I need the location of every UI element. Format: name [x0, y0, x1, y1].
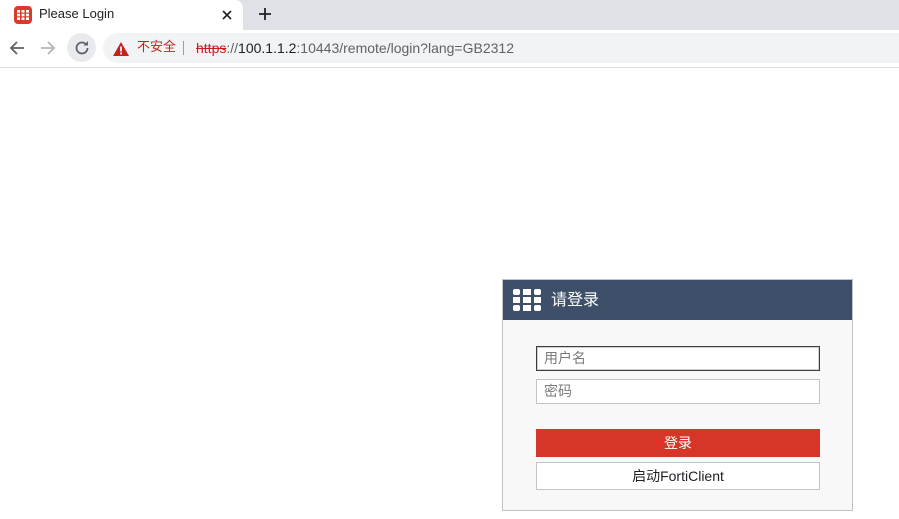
url-text[interactable]: https://100.1.1.2:10443/remote/login?lan… — [196, 40, 514, 56]
reload-icon[interactable] — [67, 33, 96, 62]
divider — [183, 41, 184, 55]
url-separator: :// — [226, 40, 239, 56]
tab-title: Please Login — [39, 6, 115, 21]
url-host: 100.1.1.2 — [238, 40, 297, 56]
browser-toolbar: 不安全 https://100.1.1.2:10443/remote/login… — [0, 30, 899, 68]
login-button[interactable]: 登录 — [536, 429, 820, 457]
browser-tab[interactable]: Please Login — [0, 0, 243, 30]
password-field[interactable] — [536, 379, 820, 404]
plus-icon[interactable] — [253, 2, 277, 26]
login-title: 请登录 — [551, 290, 600, 309]
fortinet-favicon-icon — [14, 6, 32, 24]
url-scheme: https — [196, 40, 227, 56]
login-header: 请登录 — [503, 280, 852, 320]
security-label[interactable]: 不安全 — [137, 40, 176, 56]
username-field[interactable] — [536, 346, 820, 371]
login-panel: 请登录 登录 启动FortiClient — [502, 279, 853, 511]
fortinet-logo-icon — [513, 289, 541, 315]
warning-triangle-icon[interactable] — [113, 41, 129, 60]
forward-arrow-icon[interactable] — [35, 35, 61, 61]
url-path: :10443/remote/login?lang=GB2312 — [296, 40, 514, 56]
close-icon[interactable] — [216, 4, 238, 26]
back-arrow-icon[interactable] — [4, 35, 30, 61]
address-bar[interactable]: 不安全 https://100.1.1.2:10443/remote/login… — [103, 33, 899, 63]
launch-forticlient-button[interactable]: 启动FortiClient — [536, 462, 820, 490]
tab-strip: Please Login — [0, 0, 899, 30]
